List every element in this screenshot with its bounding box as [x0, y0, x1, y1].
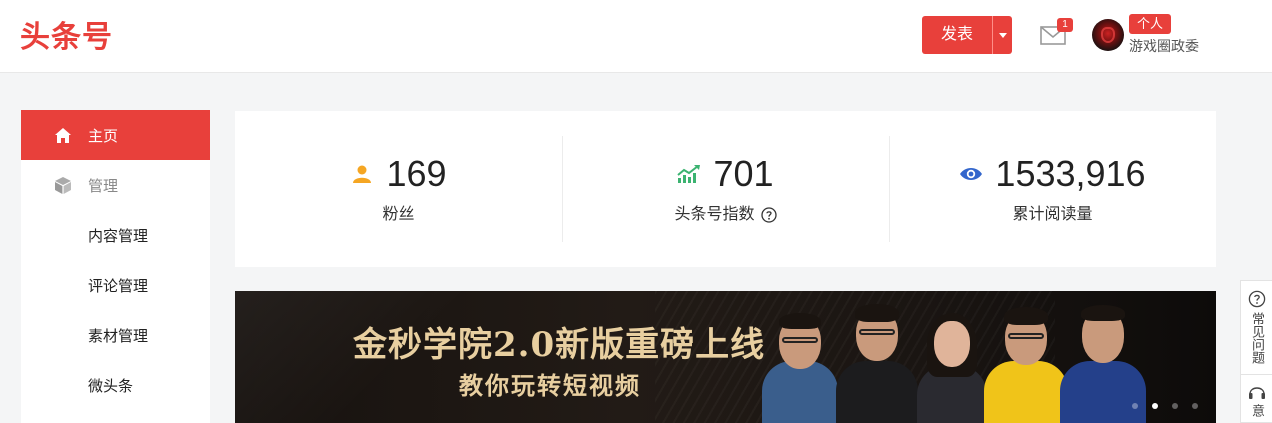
sidebar-item-label: 主页	[88, 127, 119, 145]
avatar-emblem-icon	[1101, 27, 1115, 43]
stat-followers: 169 粉丝	[235, 111, 562, 267]
sidebar-item-home[interactable]: 主页	[21, 110, 210, 160]
banner-person	[984, 301, 1068, 423]
faq-label: 常见问题	[1250, 312, 1265, 364]
question-icon	[1248, 290, 1266, 308]
user-icon	[350, 162, 374, 186]
index-value: 701	[713, 153, 774, 194]
banner-person	[836, 299, 918, 423]
carousel-dot[interactable]	[1172, 403, 1178, 409]
account-type-badge: 个人	[1129, 14, 1172, 34]
account-name[interactable]: 游戏圈政委	[1129, 37, 1199, 55]
floating-help-panel: 常见问题 意	[1240, 280, 1272, 423]
carousel-dot-active[interactable]	[1152, 403, 1158, 409]
publish-dropdown-button[interactable]	[993, 16, 1012, 54]
stats-card: 169 粉丝 701 头条号指数 1533,916 累计阅读量	[235, 111, 1216, 267]
headset-icon	[1249, 387, 1265, 399]
toutiao-logo[interactable]: 头条号	[20, 18, 113, 58]
caret-down-icon	[998, 32, 1007, 38]
help-icon[interactable]	[760, 207, 777, 223]
reads-count: 1533,916	[995, 153, 1146, 194]
publish-button-group: 发表	[922, 16, 1012, 54]
carousel-dot[interactable]	[1132, 403, 1138, 409]
avatar[interactable]	[1092, 19, 1124, 51]
reads-label: 累计阅读量	[1012, 206, 1093, 223]
banner-subtitle: 教你玩转短视频	[459, 371, 641, 400]
sidebar-item-weitoutiao[interactable]: 微头条	[21, 360, 210, 410]
banner-person	[915, 305, 989, 423]
promo-banner[interactable]: 金秒学院2.0新版重磅上线 教你玩转短视频	[235, 291, 1216, 423]
sidebar-item-material-management[interactable]: 素材管理	[21, 310, 210, 360]
home-icon	[52, 125, 74, 145]
index-label: 头条号指数	[674, 206, 755, 223]
feedback-label: 意	[1250, 404, 1265, 417]
publish-button[interactable]: 发表	[922, 16, 992, 54]
faq-button[interactable]: 常见问题	[1241, 281, 1272, 375]
carousel-dot[interactable]	[1192, 403, 1198, 409]
followers-count: 169	[386, 153, 447, 194]
top-header: 头条号 发表 1 个人 游戏圈政委	[0, 0, 1272, 73]
stat-index: 701 头条号指数	[562, 111, 889, 267]
trend-up-icon	[677, 162, 701, 186]
notification-badge: 1	[1057, 18, 1073, 32]
sidebar-item-comment-management[interactable]: 评论管理	[21, 260, 210, 310]
sidebar-item-label: 管理	[88, 177, 119, 195]
banner-person	[760, 303, 840, 423]
banner-people-image	[760, 297, 1160, 423]
carousel-indicators	[1118, 403, 1198, 409]
stat-reads: 1533,916 累计阅读量	[889, 111, 1216, 267]
feedback-button[interactable]: 意	[1241, 375, 1272, 417]
eye-icon	[959, 162, 983, 186]
banner-title: 金秒学院2.0新版重磅上线	[353, 325, 766, 365]
cube-icon	[52, 175, 74, 195]
followers-label: 粉丝	[382, 206, 415, 223]
sidebar-item-manage[interactable]: 管理	[21, 160, 210, 210]
sidebar-item-content-management[interactable]: 内容管理	[21, 210, 210, 260]
sidebar: 主页 管理 内容管理 评论管理 素材管理 微头条	[21, 110, 210, 423]
